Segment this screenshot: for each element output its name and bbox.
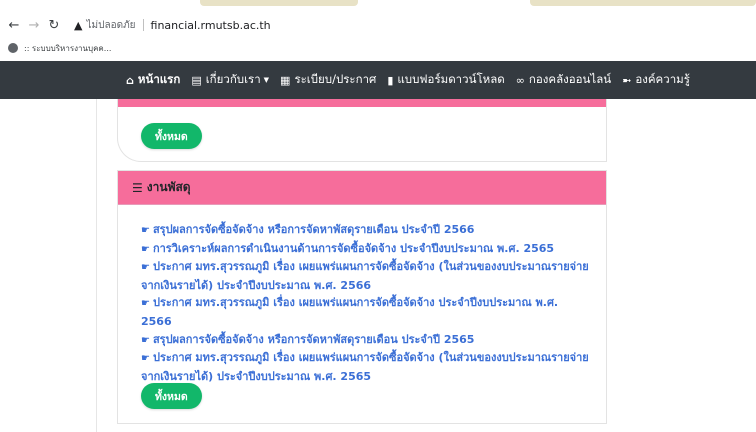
tab-strip [0,0,756,10]
card-header: ☰ งานพัสดุ [118,171,606,205]
nav-label: กองคลังออนไลน์ [528,72,612,86]
address-bar[interactable]: ▲ ไม่ปลอดภัย financial.rmutsb.ac.th [74,18,271,33]
view-all-button[interactable]: ทั้งหมด [141,383,202,409]
hand-pointer-icon: ☛ [141,353,150,365]
bookmark-bar: :: ระบบบริหารงานบุคค... [0,38,756,58]
link-text[interactable]: การวิเคราะห์ผลการดำเนินงานด้านการจัดซื้อ… [153,242,554,255]
caret-down-icon: ▼ [263,76,270,84]
link-icon: ∞ [515,73,525,87]
nav-item-forms[interactable]: ▮ แบบฟอร์มดาวน์โหลด [387,71,504,89]
hand-pointer-icon: ☛ [141,243,150,255]
link-list: ☛ สรุปผลการจัดซื้อจัดจ้าง หรือการจัดหาพัส… [141,221,591,385]
hand-pointer-icon: ☛ [141,225,150,236]
nav-item-about[interactable]: ▤ เกี่ยวกับเรา ▼ [191,71,269,89]
nav-label: แบบฟอร์มดาวน์โหลด [397,72,505,86]
site-navbar: ⌂ หน้าแรก ▤ เกี่ยวกับเรา ▼ ▦ ระเบียบ/ประ… [0,61,756,99]
nav-label: หน้าแรก [137,72,181,86]
link-text[interactable]: สรุปผลการจัดซื้อจัดจ้าง หรือการจัดหาพัสด… [153,333,474,346]
nav-item-regulations[interactable]: ▦ ระเบียบ/ประกาศ [280,71,376,89]
globe-icon [8,43,18,53]
link-text[interactable]: ประกาศ มทร.สุวรรณภูมิ เรื่อง เผยแพร่แผนก… [141,296,558,328]
signpost-icon: ➼ [622,73,632,87]
list-item[interactable]: ☛ ประกาศ มทร.สุวรรณภูมิ เรื่อง เผยแพร่แผน… [141,294,591,330]
nav-item-knowledge[interactable]: ➼ องค์ความรู้ [622,71,690,89]
list-item[interactable]: ☛ ประกาศ มทร.สุวรรณภูมิ เรื่อง เผยแพร่แผน… [141,258,591,294]
list-item[interactable]: ☛ สรุปผลการจัดซื้อจัดจ้าง หรือการจัดหาพัส… [141,331,591,350]
link-text[interactable]: ประกาศ มทร.สุวรรณภูมิ เรื่อง เผยแพร่แผนก… [141,260,589,292]
coins-icon: ☰ [132,180,143,195]
nav-label: เกี่ยวกับเรา [205,72,261,86]
nav-label: ระเบียบ/ประกาศ [294,72,377,86]
hand-pointer-icon: ☛ [141,262,150,274]
list-item[interactable]: ☛ การวิเคราะห์ผลการดำเนินงานด้านการจัดซื้… [141,240,591,259]
tab-edge [200,0,358,6]
list-item[interactable]: ☛ ประกาศ มทร.สุวรรณภูมิ เรื่อง เผยแพร่แผน… [141,349,591,385]
view-all-button[interactable]: ทั้งหมด [141,123,202,149]
left-divider [96,99,97,432]
procurement-card: ☰ งานพัสดุ ☛ สรุปผลการจัดซื้อจัดจ้าง หรือ… [117,170,607,424]
url-divider [142,19,144,31]
url-text: financial.rmutsb.ac.th [150,18,271,32]
browser-toolbar: ← → ↻ ▲ ไม่ปลอดภัย financial.rmutsb.ac.t… [0,12,756,38]
id-card-icon: ▤ [191,73,202,87]
reload-icon[interactable]: ↻ [44,18,64,33]
link-text[interactable]: ประกาศ มทร.สุวรรณภูมิ เรื่อง เผยแพร่แผนก… [141,351,589,383]
not-secure-label: ไม่ปลอดภัย [86,19,136,31]
forward-icon[interactable]: → [24,18,44,33]
document-icon: ▦ [280,73,291,87]
nav-item-home[interactable]: ⌂ หน้าแรก [126,71,180,89]
nav-item-online[interactable]: ∞ กองคลังออนไลน์ [516,71,611,89]
previous-card: ทั้งหมด [117,99,607,162]
link-text[interactable]: สรุปผลการจัดซื้อจัดจ้าง หรือการจัดหาพัสด… [153,223,474,236]
card-title: งานพัสดุ [146,180,191,194]
card-header-strip [118,99,606,107]
nav-label: องค์ความรู้ [635,72,690,86]
hand-pointer-icon: ☛ [141,334,150,346]
home-icon: ⌂ [126,73,134,87]
list-item[interactable]: ☛ สรุปผลการจัดซื้อจัดจ้าง หรือการจัดหาพัส… [141,221,591,240]
file-icon: ▮ [387,73,394,87]
hand-pointer-icon: ☛ [141,298,150,310]
tab-edge [530,0,756,6]
bookmark-item[interactable]: :: ระบบบริหารงานบุคค... [24,42,111,55]
back-icon[interactable]: ← [4,18,24,33]
warning-icon: ▲ [74,18,83,32]
